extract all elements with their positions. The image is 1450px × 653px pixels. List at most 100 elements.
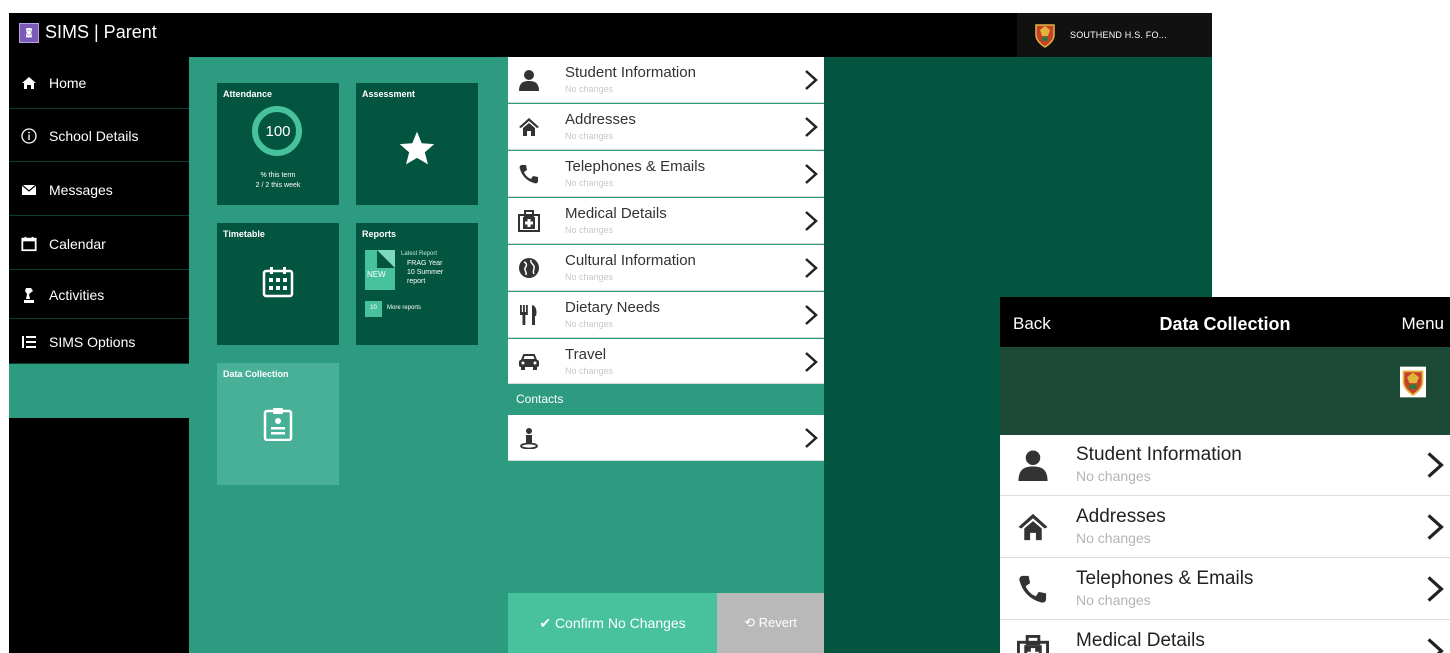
dc-row-cultural-information[interactable]: Cultural Information No changes	[508, 245, 824, 291]
report-name-line1: FRAG Year	[407, 260, 443, 267]
sidebar-item-label: School Details	[49, 127, 139, 144]
sidebar-item-label: Messages	[49, 181, 113, 198]
latest-report-label: Latest Report	[401, 251, 438, 257]
dc-row-addresses[interactable]: Addresses No changes	[508, 104, 824, 150]
report-name-line2: 10 Summer	[407, 269, 444, 276]
row-status: No changes	[1076, 592, 1151, 608]
home-icon	[21, 75, 37, 91]
sims-logo-icon: ◙	[19, 22, 39, 43]
attendance-tile[interactable]: Attendance 100 % this term 2 / 2 this we…	[217, 83, 339, 205]
sidebar-item-label: Home	[49, 74, 87, 91]
row-title: Cultural Information	[565, 252, 696, 269]
medical-kit-icon	[1017, 635, 1049, 653]
row-status: No changes	[1076, 530, 1151, 546]
row-status: No changes	[565, 319, 614, 329]
sidebar-item-activities[interactable]: Activities	[9, 271, 189, 319]
confirm-no-changes-button[interactable]: ✔ Confirm No Changes	[508, 593, 717, 653]
attendance-term-label: % this term	[260, 172, 296, 179]
dc-row-medical-details[interactable]: Medical Details No changes	[508, 198, 824, 244]
chevron-right-icon	[805, 428, 818, 448]
row-status: No changes	[1076, 468, 1151, 484]
row-status: No changes	[565, 272, 614, 282]
revert-button[interactable]: ⟲ Revert	[717, 593, 824, 653]
attendance-value: 100	[265, 123, 291, 140]
chevron-right-icon	[805, 70, 818, 90]
sidebar-item-label: SIMS Options	[49, 333, 136, 350]
mobile-row-medical-details[interactable]: Medical Details	[1000, 621, 1450, 653]
assessment-tile[interactable]: Assessment	[356, 83, 478, 205]
dashboard-tiles: Attendance 100 % this term 2 / 2 this we…	[189, 57, 508, 653]
tile-title: Reports	[362, 229, 397, 239]
report-name-line3: report	[407, 278, 426, 285]
attendance-week-label: 2 / 2 this week	[255, 182, 301, 189]
mobile-page-title: Data Collection	[1159, 314, 1291, 334]
sidebar: Home School Details Messages Calendar Ac…	[9, 57, 189, 653]
sidebar-item-home[interactable]: Home	[9, 57, 189, 109]
row-title: Travel	[565, 346, 607, 363]
report-badge: NEW	[367, 270, 386, 279]
phone-icon	[519, 165, 538, 184]
row-status: No changes	[565, 366, 614, 376]
menu-button[interactable]: Menu	[1401, 314, 1444, 334]
row-title: Medical Details	[565, 205, 667, 222]
house-icon	[1018, 513, 1048, 541]
contact-person-icon	[520, 428, 538, 449]
row-title: Dietary Needs	[565, 299, 661, 316]
person-icon	[519, 70, 539, 91]
chevron-right-icon	[805, 305, 818, 325]
row-title: Student Information	[565, 64, 696, 81]
mobile-row-telephones-emails[interactable]: Telephones & Emails No changes	[1000, 559, 1450, 620]
tile-title: Data Collection	[223, 369, 289, 379]
app-brand[interactable]: ◙ SIMS | Parent	[19, 22, 157, 43]
row-status: No changes	[565, 84, 614, 94]
mobile-row-student-information[interactable]: Student Information No changes	[1000, 435, 1450, 496]
clipboard-icon	[263, 408, 293, 441]
contacts-header: Contacts	[516, 392, 564, 406]
sidebar-item-school-details[interactable]: School Details	[9, 110, 189, 162]
mobile-view: Back Data Collection Menu Student Inform…	[1000, 297, 1450, 653]
sidebar-active-item[interactable]	[9, 364, 189, 418]
more-reports-link[interactable]: More reports	[387, 305, 421, 311]
dc-row-travel[interactable]: Travel No changes	[508, 339, 824, 384]
row-status: No changes	[565, 178, 614, 188]
calendar-icon	[21, 236, 37, 252]
medical-kit-icon	[518, 210, 540, 232]
mobile-school-band	[1000, 347, 1450, 435]
sidebar-item-label: Activities	[49, 286, 105, 303]
app-title: SIMS | Parent	[45, 22, 157, 42]
star-icon	[399, 131, 435, 165]
sidebar-item-sims-options[interactable]: SIMS Options	[9, 320, 189, 364]
chevron-right-icon	[1427, 576, 1444, 602]
chevron-right-icon	[1427, 638, 1444, 653]
more-reports-count: 10	[365, 301, 382, 317]
chevron-right-icon	[805, 352, 818, 372]
mobile-nav-bar: Back Data Collection Menu	[1000, 297, 1450, 347]
list-icon	[21, 334, 37, 350]
school-selector[interactable]: SOUTHEND H.S. FO...	[1017, 13, 1212, 57]
person-icon	[1018, 450, 1048, 481]
cutlery-icon	[520, 305, 537, 325]
chevron-right-icon	[805, 258, 818, 278]
dc-row-student-information[interactable]: Student Information No changes	[508, 57, 824, 103]
dc-row-contact[interactable]	[508, 415, 824, 461]
chevron-right-icon	[805, 164, 818, 184]
chess-icon	[21, 287, 37, 303]
globe-icon	[519, 258, 539, 278]
row-status: No changes	[565, 131, 614, 141]
mobile-row-addresses[interactable]: Addresses No changes	[1000, 497, 1450, 558]
data-collection-panel: Student Information No changes Addresses…	[508, 57, 824, 653]
report-document-icon: NEW	[365, 250, 395, 290]
envelope-icon	[21, 182, 37, 198]
sidebar-item-calendar[interactable]: Calendar	[9, 218, 189, 270]
timetable-tile[interactable]: Timetable	[217, 223, 339, 345]
row-title: Student Information	[1076, 444, 1242, 465]
chevron-right-icon	[1427, 452, 1444, 478]
dc-row-telephones-emails[interactable]: Telephones & Emails No changes	[508, 151, 824, 197]
data-collection-tile[interactable]: Data Collection	[217, 363, 339, 485]
sidebar-item-messages[interactable]: Messages	[9, 164, 189, 216]
tile-title: Attendance	[223, 89, 273, 99]
dc-row-dietary-needs[interactable]: Dietary Needs No changes	[508, 292, 824, 338]
reports-tile[interactable]: Reports NEW Latest Report FRAG Year 10 S…	[356, 223, 478, 345]
tile-title: Assessment	[362, 89, 416, 99]
car-icon	[519, 354, 539, 370]
